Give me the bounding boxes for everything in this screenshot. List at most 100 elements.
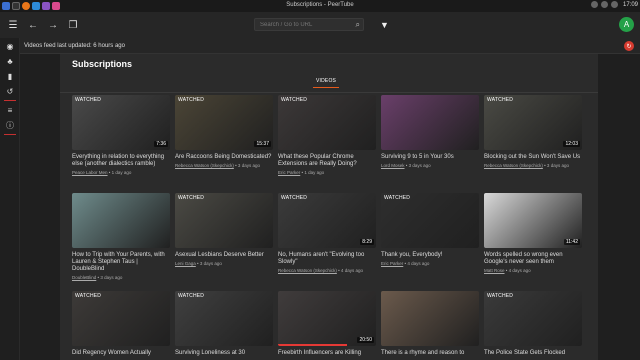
video-thumbnail[interactable] [381, 291, 479, 346]
video-thumbnail[interactable]: WATCHED [381, 193, 479, 248]
video-card[interactable]: 20:50 Freebirth Influencers are Killing [278, 291, 376, 357]
back-icon[interactable]: ← [26, 18, 40, 32]
settings-icon[interactable]: ≡ [0, 103, 20, 117]
video-age: • 3 days ago [542, 163, 569, 168]
video-title[interactable]: Surviving 9 to 5 in Your 30s [381, 154, 479, 161]
video-card[interactable]: WATCHED 12:03 Blocking out the Sun Won't S… [484, 95, 582, 168]
video-duration: 8:29 [360, 239, 374, 245]
search-icon[interactable]: ⌕ [356, 20, 360, 30]
app-icon[interactable] [42, 2, 50, 10]
channel-link[interactable]: Eric Parker [381, 261, 403, 266]
video-card[interactable]: How to Trip with Your Parents, with Laur… [72, 193, 170, 280]
video-card[interactable]: WATCHED Did Regency Women Actually [72, 291, 170, 357]
tab-divider [60, 92, 598, 93]
video-title[interactable]: How to Trip with Your Parents, with Laur… [72, 252, 170, 273]
video-card[interactable]: WATCHED The Police State Gets Flocked [484, 291, 582, 357]
video-duration: 11:42 [563, 239, 580, 245]
video-title[interactable]: Blocking out the Sun Won't Save Us [484, 154, 582, 161]
video-title[interactable]: Freebirth Influencers are Killing [278, 350, 376, 357]
video-title[interactable]: What these Popular Chrome Extensions are… [278, 154, 376, 168]
forward-icon[interactable]: → [46, 18, 60, 32]
video-meta: Rebecca Watson (Skepchick) • 4 days ago [278, 268, 376, 273]
video-card[interactable]: WATCHED What these Popular Chrome Extensi… [278, 95, 376, 175]
video-card[interactable]: Surviving 9 to 5 in Your 30s Lord Mosek •… [381, 95, 479, 168]
video-thumbnail[interactable]: 11:42 [484, 193, 582, 248]
sidebar: ◉ ♣ ▮ ↺ ≡ ⓘ [0, 38, 20, 360]
video-title[interactable]: Are Raccoons Being Domesticated? [175, 154, 273, 161]
rss-icon[interactable]: ◉ [0, 39, 20, 53]
video-meta: Peace Labor Men • 1 day ago [72, 170, 170, 175]
video-title[interactable]: Surviving Loneliness at 30 [175, 350, 273, 357]
video-age: • 1 day ago [107, 170, 132, 175]
filter-icon[interactable]: ▼ [380, 20, 389, 30]
video-card[interactable]: WATCHED Thank you, Everybody! Eric Parker … [381, 193, 479, 266]
volume-icon[interactable] [600, 1, 608, 8]
firefox-icon[interactable] [22, 2, 30, 10]
video-title[interactable]: Thank you, Everybody! [381, 252, 479, 259]
terminal-icon[interactable] [12, 2, 20, 10]
channel-link[interactable]: Rebecca Watson (Skepchick) [175, 163, 234, 168]
app-header: ☰ ← → ❐ ⌕ ▼ A [0, 12, 640, 38]
video-card[interactable]: 11:42 Words spelled so wrong even Google'… [484, 193, 582, 273]
channel-link[interactable]: Leni Gaga [175, 261, 196, 266]
video-thumbnail[interactable]: WATCHED 7:36 [72, 95, 170, 150]
menu-icon[interactable]: ☰ [6, 18, 20, 32]
channel-link[interactable]: Rebecca Watson (Skepchick) [484, 163, 543, 168]
video-title[interactable]: No, Humans aren't "Evolving too Slowly" [278, 252, 376, 266]
video-card[interactable]: WATCHED Asexual Lesbians Deserve Better Le… [175, 193, 273, 266]
battery-icon[interactable] [610, 1, 618, 8]
watched-badge: WATCHED [281, 97, 308, 103]
video-thumbnail[interactable]: 20:50 [278, 291, 376, 346]
video-thumbnail[interactable] [72, 193, 170, 248]
divider [3, 100, 16, 101]
tab-videos[interactable]: VIDEOS [316, 78, 336, 84]
bookmark-icon[interactable]: ▮ [0, 69, 20, 83]
video-thumbnail[interactable]: WATCHED [175, 291, 273, 346]
video-thumbnail[interactable]: WATCHED [72, 291, 170, 346]
video-age: • 4 days ago [336, 268, 363, 273]
video-card[interactable]: WATCHED 7:36 Everything in relation to eve… [72, 95, 170, 175]
channel-link[interactable]: Eric Parker [278, 170, 300, 175]
apps-icon[interactable] [2, 2, 10, 10]
info-icon[interactable]: ⓘ [0, 118, 20, 132]
video-title[interactable]: Everything in relation to everything els… [72, 154, 170, 168]
video-thumbnail[interactable] [381, 95, 479, 150]
video-age: • 3 days ago [233, 163, 260, 168]
watched-badge: WATCHED [281, 195, 308, 201]
os-taskbar: Subscriptions - PeerTube 17:09 [0, 0, 640, 12]
video-thumbnail[interactable]: WATCHED 15:37 [175, 95, 273, 150]
network-icon[interactable] [590, 1, 598, 8]
avatar[interactable]: A [619, 17, 634, 32]
video-card[interactable]: WATCHED 15:37 Are Raccoons Being Domestica… [175, 95, 273, 168]
tab-underline [313, 87, 339, 88]
video-thumbnail[interactable]: WATCHED [278, 95, 376, 150]
subscriptions-icon[interactable]: ♣ [0, 54, 20, 68]
files-icon[interactable] [32, 2, 40, 10]
video-card[interactable]: WATCHED 8:29 No, Humans aren't "Evolving t… [278, 193, 376, 273]
video-title[interactable]: The Police State Gets Flocked [484, 350, 582, 357]
video-meta: Lord Mosek • 3 days ago [381, 163, 479, 168]
video-title[interactable]: There is a rhyme and reason to [381, 350, 479, 357]
channel-link[interactable]: Rebecca Watson (Skepchick) [278, 268, 337, 273]
app-icon[interactable] [52, 2, 60, 10]
search-box[interactable]: ⌕ [254, 18, 364, 31]
video-card[interactable]: WATCHED Surviving Loneliness at 30 [175, 291, 273, 357]
video-thumbnail[interactable]: WATCHED 12:03 [484, 95, 582, 150]
search-input[interactable] [260, 21, 340, 28]
channel-link[interactable]: Lord Mosek [381, 163, 405, 168]
watched-badge: WATCHED [178, 293, 205, 299]
video-thumbnail[interactable]: WATCHED [175, 193, 273, 248]
copy-icon[interactable]: ❐ [66, 18, 80, 32]
channel-link[interactable]: DoubleBlind [72, 275, 96, 280]
video-title[interactable]: Words spelled so wrong even Google's nev… [484, 252, 582, 266]
video-card[interactable]: There is a rhyme and reason to [381, 291, 479, 357]
video-thumbnail[interactable]: WATCHED 8:29 [278, 193, 376, 248]
channel-link[interactable]: Peace Labor Men [72, 170, 108, 175]
refresh-icon[interactable]: ↻ [624, 41, 634, 51]
video-thumbnail[interactable]: WATCHED [484, 291, 582, 346]
video-title[interactable]: Asexual Lesbians Deserve Better [175, 252, 273, 259]
channel-link[interactable]: Matt Rose [484, 268, 505, 273]
video-age: • 3 days ago [96, 275, 123, 280]
history-icon[interactable]: ↺ [0, 84, 20, 98]
video-title[interactable]: Did Regency Women Actually [72, 350, 170, 357]
